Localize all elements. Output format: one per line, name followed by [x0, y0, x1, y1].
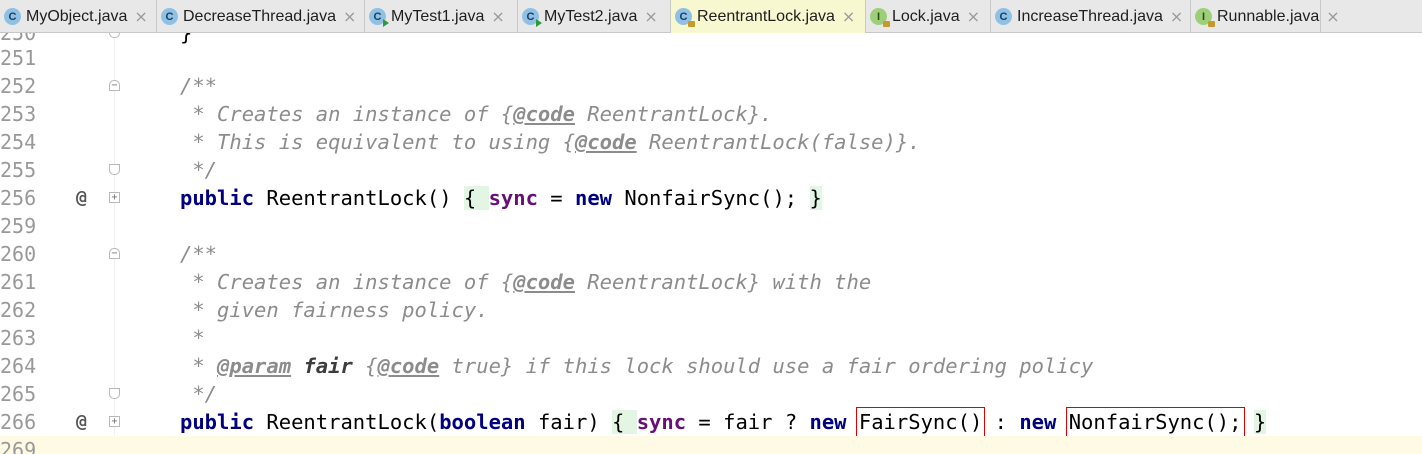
code-editor[interactable]: 250 } 251 252 − /** 253 * Creates an ins… [0, 33, 1422, 454]
line-number: 260 [0, 242, 37, 266]
close-tab-icon[interactable]: × [1326, 8, 1339, 25]
javadoc-text: * This is equivalent to using {@code Ree… [180, 130, 921, 154]
code-line: 263 * [0, 324, 1422, 352]
close-tab-icon[interactable]: × [1170, 8, 1183, 25]
runnable-class-icon: C [522, 8, 542, 27]
javadoc-tag: @code [574, 130, 637, 154]
class-icon: C [161, 8, 178, 25]
code-line: 252 − /** [0, 72, 1422, 100]
javadoc-end: */ [180, 158, 218, 182]
javadoc-tag: @code [513, 102, 575, 126]
override-annotation-icon[interactable]: @ [76, 408, 87, 436]
runnable-class-icon: C [369, 8, 389, 27]
line-number: 264 [0, 354, 37, 378]
override-annotation-icon[interactable]: @ [76, 184, 87, 212]
code-line: 253 * Creates an instance of {@code Reen… [0, 100, 1422, 128]
javadoc-text: * Creates an instance of {@code Reentran… [180, 270, 872, 294]
tab-mytest2[interactable]: C MyTest2.java × [518, 0, 671, 33]
javadoc-tag: @param [217, 354, 292, 378]
code-line: 265 */ [0, 380, 1422, 408]
tab-decreasethread[interactable]: C DecreaseThread.java × [157, 0, 365, 33]
locked-class-icon: C [675, 8, 695, 27]
line-number: 251 [0, 46, 37, 70]
constructor-declaration: public ReentrantLock(boolean fair) { syn… [180, 407, 1267, 437]
current-code-line: 269 [0, 436, 1422, 454]
tab-label: MyTest2.java [544, 7, 638, 25]
javadoc-text: * [180, 326, 205, 350]
fairsync-highlight-box: FairSync() [855, 407, 986, 437]
code-line: 254 * This is equivalent to using {@code… [0, 128, 1422, 156]
tab-mytest1[interactable]: C MyTest1.java × [365, 0, 518, 33]
line-number: 254 [0, 130, 37, 154]
constructor-declaration: public ReentrantLock() { sync = new Nonf… [180, 186, 822, 210]
close-tab-icon[interactable]: × [134, 8, 147, 25]
javadoc-tag: @code [513, 270, 575, 294]
code-line: 260 − /** [0, 240, 1422, 268]
close-tab-icon[interactable]: × [644, 8, 657, 25]
tab-label: DecreaseThread.java [183, 7, 336, 25]
javadoc-start: /** [180, 74, 218, 98]
javadoc-end: */ [180, 382, 218, 406]
code-line: 255 */ [0, 156, 1422, 184]
tab-myobject[interactable]: C MyObject.java × [0, 0, 157, 33]
editor-tab-bar: C MyObject.java × C DecreaseThread.java × C MyT… [0, 0, 1422, 33]
fold-start-icon[interactable]: − [109, 80, 120, 91]
close-tab-icon[interactable]: × [842, 8, 855, 25]
nonfairsync-highlight-box: NonfairSync(); [1065, 407, 1245, 437]
code-line: 264 * @param fair {@code true} if this l… [0, 352, 1422, 380]
tab-runnable[interactable]: I Runnable.java × [1191, 0, 1340, 33]
expand-fold-icon[interactable]: + [109, 416, 120, 427]
fold-end-icon[interactable] [109, 33, 120, 38]
javadoc-start: /** [180, 242, 218, 266]
line-number: 259 [0, 214, 37, 238]
close-tab-icon[interactable]: × [491, 8, 504, 25]
interface-icon: I [870, 8, 890, 27]
code-line: 261 * Creates an instance of {@code Reen… [0, 268, 1422, 296]
line-number: 265 [0, 382, 37, 406]
line-number: 269 [0, 438, 37, 454]
code-line: 262 * given fairness policy. [0, 296, 1422, 324]
expand-fold-icon[interactable]: + [109, 192, 120, 203]
fold-end-icon[interactable] [109, 388, 120, 399]
interface-icon: I [1195, 8, 1215, 27]
tab-lock[interactable]: I Lock.java × [866, 0, 991, 33]
close-tab-icon[interactable]: × [967, 8, 980, 25]
tab-increasethread[interactable]: C IncreaseThread.java × [991, 0, 1191, 33]
line-number: 262 [0, 298, 37, 322]
code-line: 251 [0, 44, 1422, 72]
line-number: 261 [0, 270, 37, 294]
tab-label: IncreaseThread.java [1017, 7, 1163, 25]
class-icon: C [995, 8, 1012, 25]
close-tab-icon[interactable]: × [343, 8, 356, 25]
line-number: 263 [0, 326, 37, 350]
javadoc-text: * given fairness policy. [180, 298, 489, 322]
tab-label: Lock.java [892, 7, 960, 25]
tab-label: MyTest1.java [391, 7, 485, 25]
tab-label: Runnable.java [1217, 7, 1320, 25]
code-line: 266 @ + public ReentrantLock(boolean fai… [0, 407, 1422, 437]
line-number: 266 [0, 410, 37, 434]
javadoc-text: * @param fair {@code true} if this lock … [180, 354, 1094, 378]
fold-end-icon[interactable] [109, 164, 120, 175]
class-icon: C [4, 8, 21, 25]
javadoc-tag: @code [377, 354, 440, 378]
code-line: 256 @ + public ReentrantLock() { sync = … [0, 184, 1422, 212]
tab-reentrantlock[interactable]: C ReentrantLock.java × [671, 0, 866, 33]
code-line: 259 [0, 212, 1422, 240]
line-number: 256 [0, 186, 37, 210]
javadoc-text: * Creates an instance of {@code Reentran… [180, 102, 773, 126]
javadoc-param-name: fair [303, 354, 353, 378]
fold-start-icon[interactable]: − [109, 248, 120, 259]
tab-label: MyObject.java [26, 7, 128, 25]
line-number: 255 [0, 158, 37, 182]
tab-label: ReentrantLock.java [697, 7, 835, 25]
line-number: 253 [0, 102, 37, 126]
line-number: 252 [0, 74, 37, 98]
